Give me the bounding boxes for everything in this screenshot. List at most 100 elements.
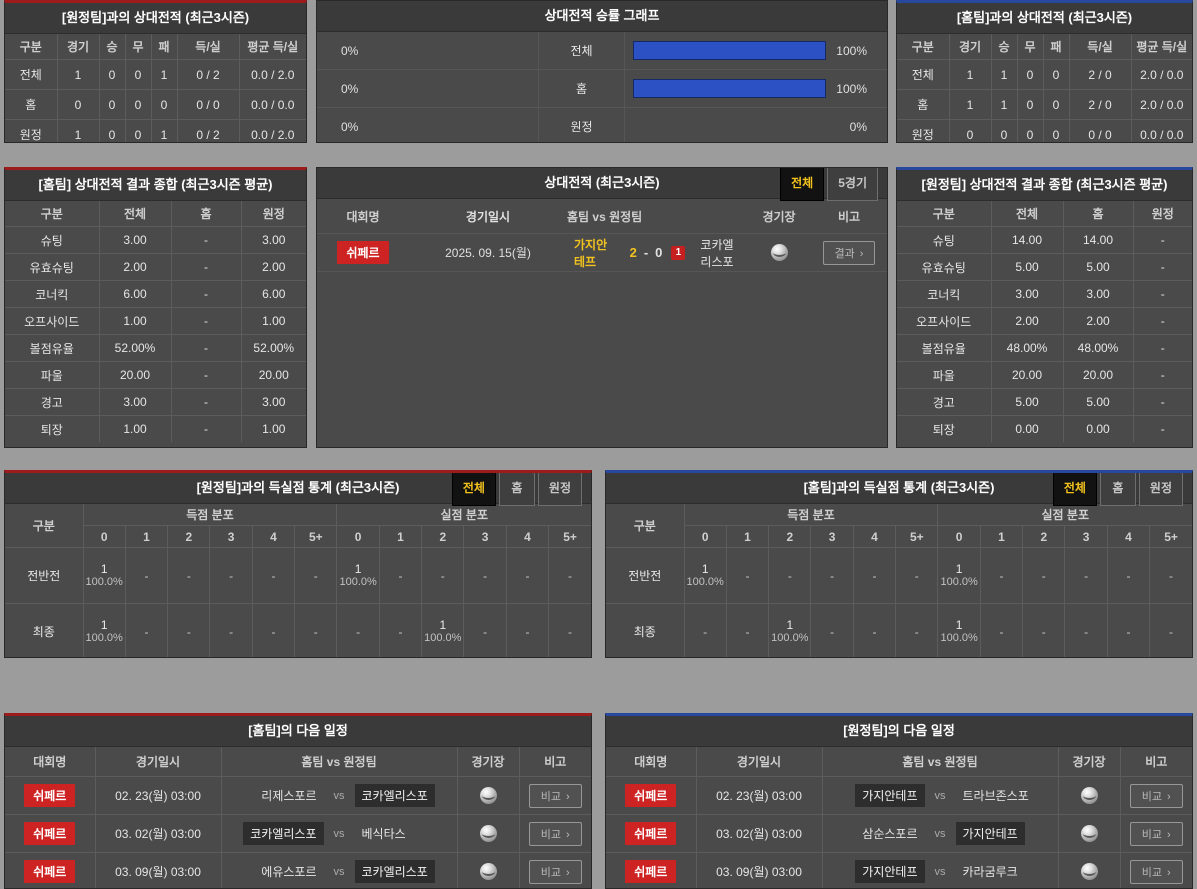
score-column-header: 5+ <box>896 526 938 548</box>
count-value: 1 <box>771 618 808 632</box>
cell: - <box>1133 416 1192 443</box>
column-header: 구분 <box>897 34 949 60</box>
row-label: 전체 <box>897 60 949 90</box>
stadium-icon[interactable] <box>1081 787 1098 804</box>
stadium-cell <box>457 815 519 853</box>
teams-cell: 가지안테프vs카라굼루크 <box>822 853 1058 889</box>
distribution-cell: - <box>811 604 853 659</box>
stadium-icon[interactable] <box>1081 863 1098 880</box>
left-bar-area: 0% <box>317 108 539 143</box>
tab-all[interactable]: 전체 <box>780 167 824 201</box>
tab-home[interactable]: 홈 <box>1100 470 1136 506</box>
percent-value: 100.0% <box>940 632 977 645</box>
panel-title-bar: [홈팀] 상대전적 결과 종합 (최근3시즌 평균) <box>5 170 306 201</box>
cell: 5.00 <box>991 254 1063 281</box>
compare-button[interactable]: 비교› <box>529 784 582 808</box>
tab-all[interactable]: 전체 <box>1053 470 1097 506</box>
cell: 0.0 / 2.0 <box>239 60 306 90</box>
team-line: 에유스포르vs코카엘리스포 <box>224 860 455 883</box>
column-header: 경기장 <box>747 208 811 225</box>
panel-title-bar: [원정팀] 상대전적 결과 종합 (최근3시즌 평균) <box>897 170 1192 201</box>
score-column-header: 3 <box>1065 526 1107 548</box>
row-label: 오프사이드 <box>5 308 99 335</box>
away-h2h-table-host: 구분경기승무패득/실평균 득/실전체10010 / 20.0 / 2.0홈000… <box>5 34 306 143</box>
compare-button[interactable]: 비교› <box>529 860 582 884</box>
winrate-row-label: 홈 <box>539 70 625 107</box>
tab-last5[interactable]: 5경기 <box>827 167 878 201</box>
stadium-icon[interactable] <box>480 825 497 842</box>
result-button[interactable]: 결과› <box>823 241 876 265</box>
away-team-side: 코카엘리스포 <box>693 233 747 273</box>
cell: 20.00 <box>991 362 1063 389</box>
red-card-badge: 1 <box>671 246 685 260</box>
score-column-header: 0 <box>83 526 125 548</box>
distribution-cell: 1100.0% <box>337 548 379 604</box>
stadium-icon[interactable] <box>480 863 497 880</box>
away-team-name: 트라브존스포 <box>956 784 1036 807</box>
away-team-name: 코카엘리스포 <box>355 860 435 883</box>
stadium-icon[interactable] <box>1081 825 1098 842</box>
cell: - <box>171 227 241 254</box>
home-team-side: 삼순스포르 <box>825 822 925 845</box>
note-cell: 비교› <box>519 815 591 853</box>
league-badge: 쉬페르 <box>625 822 676 845</box>
distribution-cell: - <box>1107 604 1149 659</box>
distribution-cell: - <box>337 604 379 659</box>
compare-button[interactable]: 비교› <box>529 822 582 846</box>
away-team-side: 트라브존스포 <box>956 784 1056 807</box>
panel-title-bar: [홈팀]과의 득실점 통계 (최근3시즌) 전체홈원정 <box>606 473 1192 504</box>
distribution-cell: 1100.0% <box>769 604 811 659</box>
score-column-header: 4 <box>853 526 895 548</box>
cell: - <box>171 362 241 389</box>
away-team-side: 카라굼루크 <box>956 860 1056 883</box>
tab-away[interactable]: 원정 <box>1139 470 1183 506</box>
row-label: 코너킥 <box>5 281 99 308</box>
cell: 3.00 <box>99 227 171 254</box>
away-team-name: 코카엘리스포 <box>355 784 435 807</box>
teams-cell: 가지안테프vs트라브존스포 <box>822 777 1058 815</box>
panel-goals-vs-away: [원정팀]과의 득실점 통계 (최근3시즌) 전체홈원정 구분득점 분포실점 분… <box>4 470 592 658</box>
button-arrow-icon: › <box>1167 829 1171 841</box>
cell: 1 <box>57 60 99 90</box>
cell: 3.00 <box>991 281 1063 308</box>
table-row: 홈00000 / 00.0 / 0.0 <box>5 90 306 120</box>
panel-title-bar: [홈팀]과의 상대전적 (최근3시즌) <box>897 3 1192 34</box>
match-date: 02. 23(월) 03:00 <box>696 777 822 815</box>
table-row: 유효슈팅2.00-2.00 <box>5 254 306 281</box>
cell: 0 <box>949 120 991 144</box>
column-header: 비고 <box>519 747 591 777</box>
cell: - <box>171 416 241 443</box>
compare-button[interactable]: 비교› <box>1130 822 1183 846</box>
score-column-header: 4 <box>1107 526 1149 548</box>
compare-button[interactable]: 비교› <box>1130 784 1183 808</box>
left-percent-label: 0% <box>341 44 358 58</box>
stadium-icon[interactable] <box>480 787 497 804</box>
row-label: 슈팅 <box>897 227 991 254</box>
tab-home[interactable]: 홈 <box>499 470 535 506</box>
cell: - <box>1133 227 1192 254</box>
cell: 0 / 2 <box>177 60 239 90</box>
column-header: 구분 <box>897 201 991 227</box>
cell: 20.00 <box>241 362 306 389</box>
distribution-cell: - <box>379 548 421 604</box>
panel-home-h2h: [홈팀]과의 상대전적 (최근3시즌) 구분경기승무패득/실평균 득/실전체11… <box>896 0 1193 143</box>
cell: 52.00% <box>241 335 306 362</box>
stadium-cell <box>457 853 519 889</box>
compare-button[interactable]: 비교› <box>1130 860 1183 884</box>
tab-away[interactable]: 원정 <box>538 470 582 506</box>
distribution-cell: - <box>506 604 548 659</box>
cell: 5.00 <box>1063 254 1133 281</box>
row-label: 유효슈팅 <box>897 254 991 281</box>
column-header: 구분 <box>5 504 83 548</box>
tab-all[interactable]: 전체 <box>452 470 496 506</box>
cell: - <box>171 308 241 335</box>
count-value: 1 <box>940 562 977 576</box>
stadium-icon[interactable] <box>771 244 788 261</box>
column-header: 평균 득/실 <box>239 34 306 60</box>
row-label: 볼점유율 <box>5 335 99 362</box>
group-header-row: 구분득점 분포실점 분포 <box>5 504 591 526</box>
away-team-side: 베식타스 <box>355 822 455 845</box>
score-column-header: 4 <box>252 526 294 548</box>
distribution-cell: - <box>1107 548 1149 604</box>
cell: 3.00 <box>99 389 171 416</box>
